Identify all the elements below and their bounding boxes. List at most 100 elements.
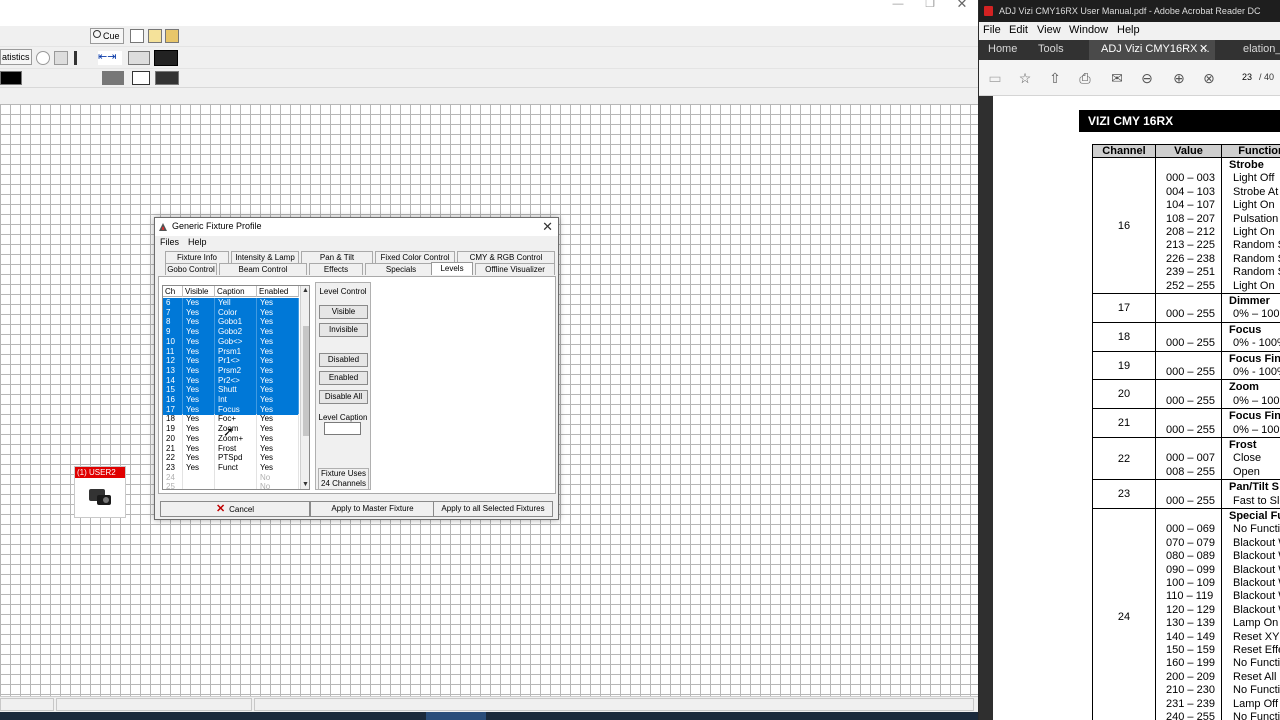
tab-home[interactable]: Home <box>988 40 1040 60</box>
tab-close-icon[interactable]: ✕ <box>1199 40 1208 59</box>
close-app-button[interactable]: ✕ <box>946 0 978 10</box>
tab-specials[interactable]: Specials <box>365 263 437 275</box>
mail-icon[interactable]: ✉ <box>1109 70 1125 86</box>
record-red-icon[interactable] <box>132 71 150 85</box>
header-caption[interactable]: Caption <box>215 286 257 297</box>
minimize-button[interactable]: — <box>882 0 914 10</box>
tab-elation[interactable]: elation_sixpa <box>1223 40 1280 60</box>
levels-row[interactable]: 12 Yes Pr1<> Yes <box>163 356 299 367</box>
tab-offline-visualizer[interactable]: Offline Visualizer <box>475 263 555 275</box>
tab-tools[interactable]: Tools <box>1038 40 1082 60</box>
pdf-value-line: 200 – 209 <box>1166 670 1215 683</box>
levels-row[interactable]: 8 Yes Gobo1 Yes <box>163 317 299 328</box>
stop-icon[interactable] <box>54 51 68 65</box>
fader-icon[interactable] <box>155 71 179 85</box>
levels-row[interactable]: 22 Yes PTSpd Yes <box>163 453 299 464</box>
levels-row[interactable]: 16 Yes Int Yes <box>163 395 299 405</box>
enabled-button[interactable]: Enabled <box>319 371 368 385</box>
levels-row[interactable]: 14 Yes Pr2<> Yes <box>163 375 299 386</box>
levels-cell-ch: 11 <box>163 346 183 357</box>
page-number-input[interactable]: 23 <box>1242 72 1252 82</box>
save-icon[interactable]: ▭ <box>987 70 1003 86</box>
tab-pan-tilt[interactable]: Pan & Tilt <box>301 251 373 263</box>
upload-icon[interactable]: ⇧ <box>1047 70 1063 86</box>
menu-files[interactable]: Files <box>160 237 179 247</box>
tab-levels[interactable]: Levels <box>431 262 473 275</box>
folder-icon[interactable] <box>148 29 162 43</box>
pdf-header-function: Function <box>1222 144 1280 158</box>
levels-row[interactable]: 10 Yes Gob<> Yes <box>163 336 299 347</box>
menu-window[interactable]: Window <box>1069 24 1108 36</box>
pdf-page[interactable]: VIZI CMY 16RX ChannelValueFunction 16 Stro… <box>993 96 1280 720</box>
levels-cell-ch: 10 <box>163 336 183 347</box>
levels-row[interactable]: 7 Yes Color Yes <box>163 307 299 318</box>
cue-button[interactable]: Cue <box>90 28 124 44</box>
tab-fixture-info[interactable]: Fixture Info <box>165 251 229 263</box>
levels-row[interactable]: 9 Yes Gobo2 Yes <box>163 327 299 338</box>
apply-master-button[interactable]: Apply to Master Fixture <box>310 501 435 517</box>
level-caption-input[interactable] <box>324 422 361 435</box>
star-icon[interactable]: ☆ <box>1017 70 1033 86</box>
tab-beam-control[interactable]: Beam Control <box>219 263 307 275</box>
apply-all-button[interactable]: Apply to all Selected Fixtures <box>433 501 553 517</box>
levels-row[interactable]: 18 Yes Foc+ Yes <box>163 414 299 425</box>
scroll-thumb[interactable] <box>303 326 309 436</box>
menu-view[interactable]: View <box>1037 24 1061 36</box>
levels-scrollbar[interactable]: ▲ ▼ <box>300 286 309 489</box>
print-icon[interactable]: ⎙ <box>1077 70 1093 86</box>
menu-file[interactable]: File <box>983 24 1001 36</box>
header-visible[interactable]: Visible <box>183 286 215 297</box>
menu-help[interactable]: Help <box>188 237 207 247</box>
levels-row[interactable]: 24 No <box>163 472 299 483</box>
arrows-icon[interactable]: ⇤⇥ <box>98 51 122 65</box>
tool-icon[interactable] <box>165 29 179 43</box>
pdf-function-line: Blackout W <box>1233 603 1280 616</box>
maximize-button[interactable]: ❐ <box>914 0 946 10</box>
scroll-down-icon[interactable]: ▼ <box>302 481 309 488</box>
header-enabled[interactable]: Enabled <box>257 286 299 297</box>
levels-row[interactable]: 15 Yes Shutt Yes <box>163 385 299 396</box>
taskbar-active-app[interactable] <box>426 712 486 720</box>
statistics-button[interactable]: atistics <box>0 49 32 65</box>
levels-row[interactable]: 21 Yes Frost Yes <box>163 443 299 454</box>
levels-row[interactable]: 17 Yes Focus Yes <box>163 404 299 415</box>
dialog-close-icon[interactable]: ✕ <box>542 219 553 235</box>
pdf-value-line: 080 – 089 <box>1166 550 1215 563</box>
link-icon[interactable] <box>128 51 150 65</box>
visible-button[interactable]: Visible <box>319 305 368 319</box>
scroll-up-icon[interactable]: ▲ <box>302 287 309 294</box>
levels-cell-enabled: Yes <box>257 433 299 444</box>
fixture-user2[interactable]: (1) USER2 <box>74 466 126 518</box>
levels-row[interactable]: 13 Yes Prsm2 Yes <box>163 365 299 376</box>
page-up-icon[interactable]: ⊕ <box>1171 70 1187 86</box>
tab-intensity-lamp[interactable]: Intensity & Lamp <box>231 251 299 263</box>
monitor-icon[interactable] <box>154 50 178 66</box>
fixture-black-icon[interactable] <box>0 71 22 85</box>
levels-row[interactable]: 11 Yes Prsm1 Yes <box>163 346 299 357</box>
tab-effects-control[interactable]: Effects Control <box>309 263 363 286</box>
menu-help[interactable]: Help <box>1117 24 1140 36</box>
invisible-button[interactable]: Invisible <box>319 323 368 337</box>
pdf-function-line: Frost <box>1229 439 1257 451</box>
level-control-group: Level Control Visible Invisible Disabled… <box>315 282 371 490</box>
page-icon[interactable] <box>130 29 144 43</box>
pdf-value-line: 004 – 103 <box>1166 185 1215 198</box>
levels-row[interactable]: 25 No <box>163 482 299 489</box>
tab-gobo-control[interactable]: Gobo Control <box>165 263 217 275</box>
levels-row[interactable]: 23 Yes Funct Yes <box>163 462 299 473</box>
disabled-button[interactable]: Disabled <box>319 353 368 367</box>
levels-table[interactable]: Ch Visible Caption Enabled 6 Yes Yell Yes 7 Y… <box>162 285 310 490</box>
tab-current-doc[interactable]: ADJ Vizi CMY16RX ... ✕ <box>1089 40 1215 60</box>
zoom-out-icon[interactable]: ⊖ <box>1139 70 1155 86</box>
header-ch[interactable]: Ch <box>163 286 183 297</box>
record-icon[interactable] <box>36 51 50 65</box>
cancel-button[interactable]: ✕ Cancel <box>160 501 310 517</box>
levels-row[interactable]: 6 Yes Yell Yes <box>163 298 299 308</box>
pdf-function-line: Zoom <box>1229 381 1259 394</box>
page-down-icon[interactable]: ⊗ <box>1201 70 1217 86</box>
menu-edit[interactable]: Edit <box>1009 24 1028 36</box>
lamp-icon[interactable] <box>102 71 124 85</box>
disable-all-button[interactable]: Disable All <box>319 390 368 404</box>
pdf-value-line: 000 – 255 <box>1166 337 1215 350</box>
skip-back-icon[interactable] <box>74 51 88 65</box>
